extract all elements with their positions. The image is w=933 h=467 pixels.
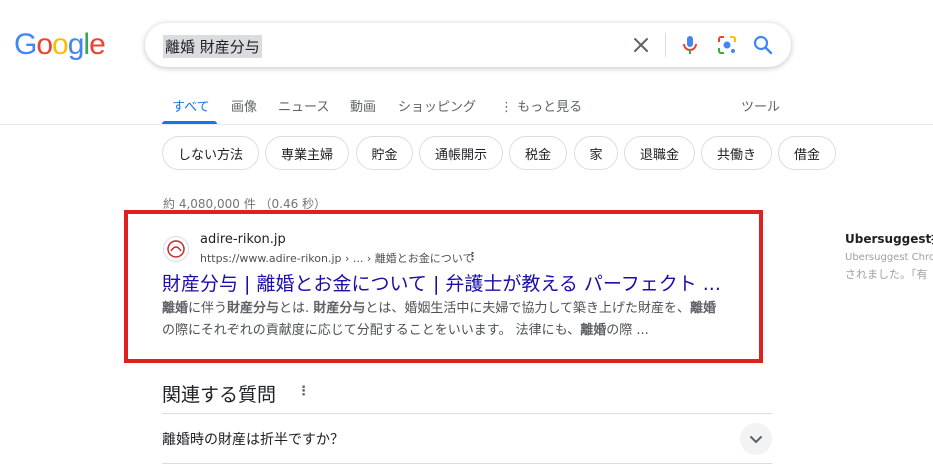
chip-tomobataraki[interactable]: 共働き	[701, 136, 772, 170]
tab-all[interactable]: すべて	[172, 96, 210, 115]
related-more-icon[interactable]: ⋮	[297, 384, 310, 399]
tab-news[interactable]: ニュース	[278, 96, 329, 115]
search-divider	[665, 33, 666, 57]
tab-more[interactable]: ⋮ もっと見る	[500, 96, 582, 115]
side-panel-line-1: Ubersuggest Chro	[845, 252, 933, 263]
logo-letter: e	[89, 28, 106, 61]
tab-shopping[interactable]: ショッピング	[398, 96, 476, 115]
tab-images[interactable]: 画像	[231, 96, 257, 115]
chip-ie[interactable]: 家	[574, 136, 618, 170]
lens-icon[interactable]	[715, 33, 739, 57]
search-input[interactable]: 離婚 財産分与	[163, 35, 262, 58]
related-divider-bottom	[162, 463, 772, 464]
chip-sengyou-shufu[interactable]: 専業主婦	[265, 136, 349, 170]
logo-letter: o	[52, 28, 69, 61]
chevron-down-icon[interactable]	[740, 423, 772, 455]
logo-letter: g	[67, 28, 85, 61]
chip-shakkin[interactable]: 借金	[778, 136, 836, 170]
search-box[interactable]: 離婚 財産分与	[145, 23, 791, 67]
related-divider-top	[162, 413, 772, 414]
chip-chokin[interactable]: 貯金	[356, 136, 413, 170]
google-logo[interactable]: Google	[14, 28, 106, 62]
tabs-divider	[0, 124, 933, 125]
microphone-icon[interactable]	[678, 33, 702, 57]
side-panel-title[interactable]: Ubersuggest拡	[845, 230, 933, 247]
chip-tsuchou-kaiji[interactable]: 通帳開示	[419, 136, 503, 170]
related-questions-heading: 関連する質問	[162, 384, 277, 406]
highlight-box	[124, 210, 763, 363]
tab-tools[interactable]: ツール	[741, 96, 780, 115]
chip-shinai-houhou[interactable]: しない方法	[162, 136, 259, 170]
logo-letter: o	[36, 28, 53, 61]
side-panel-line-2: されました。「有	[845, 268, 928, 281]
chip-taishokukin[interactable]: 退職金	[624, 136, 695, 170]
related-question[interactable]: 離婚時の財産は折半ですか？	[162, 429, 344, 449]
tab-videos[interactable]: 動画	[350, 96, 376, 115]
logo-letter: G	[14, 28, 37, 61]
chip-zeikin[interactable]: 税金	[509, 136, 567, 170]
search-icon[interactable]	[751, 33, 775, 57]
close-icon[interactable]	[629, 33, 653, 57]
